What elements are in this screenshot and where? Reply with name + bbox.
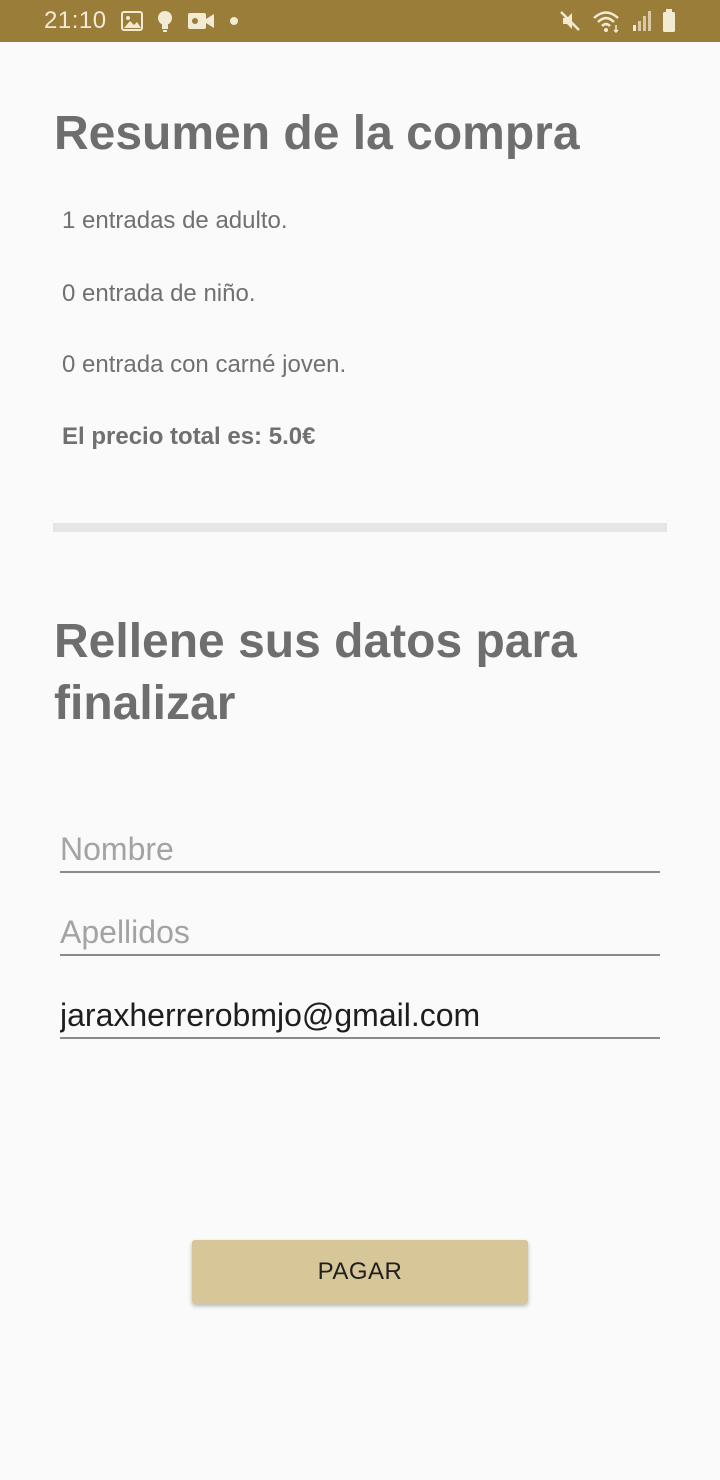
summary-title: Resumen de la compra — [54, 107, 580, 160]
notification-icons — [120, 10, 239, 32]
system-icons — [558, 9, 676, 33]
signal-icon — [632, 10, 652, 32]
adult-tickets-text: 1 entradas de adulto. — [62, 207, 288, 234]
status-bar: 21:10 — [0, 0, 720, 42]
surname-input[interactable] — [60, 912, 660, 956]
pay-button[interactable]: PAGAR — [192, 1240, 528, 1304]
mute-icon — [558, 9, 582, 33]
section-divider — [53, 523, 667, 532]
total-price-text: El precio total es: 5.0€ — [62, 423, 316, 450]
video-icon — [187, 11, 215, 31]
bulb-icon — [157, 10, 173, 32]
status-time: 21:10 — [44, 7, 107, 34]
image-icon — [120, 11, 143, 31]
youth-card-tickets-text: 0 entrada con carné joven. — [62, 351, 347, 378]
email-input[interactable] — [60, 995, 660, 1039]
form-title: Rellene sus datos para finalizar — [54, 615, 577, 730]
battery-icon — [662, 9, 676, 33]
child-tickets-text: 0 entrada de niño. — [62, 280, 256, 307]
name-input[interactable] — [60, 829, 660, 873]
wifi-icon — [592, 9, 622, 33]
dot-icon — [229, 16, 239, 26]
